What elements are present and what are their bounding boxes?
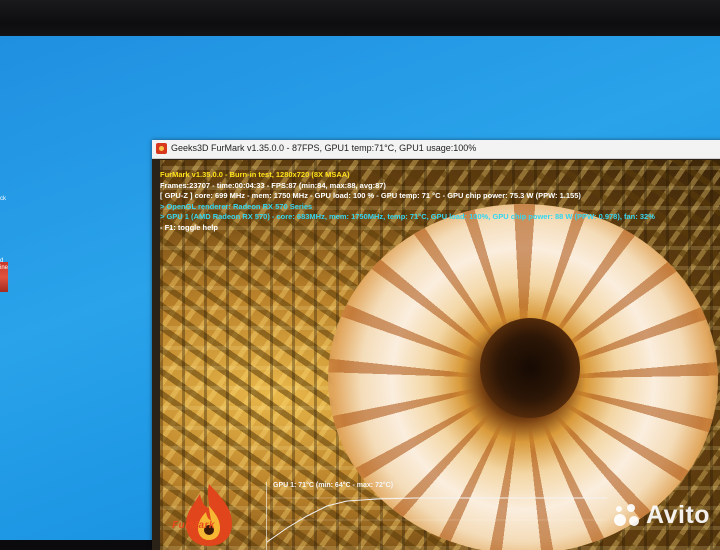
desktop-icon-label[interactable]: d xyxy=(0,258,3,264)
osd-line-gpuz: [ GPU-Z ] core: 699 MHz - mem: 1750 MHz … xyxy=(160,191,581,200)
avito-watermark-text: Avito xyxy=(646,500,711,529)
fur-donut-center xyxy=(480,318,580,418)
desktop-icon-label[interactable]: ine xyxy=(0,265,8,271)
graph-label: GPU 1: 71°C (min: 64°C - max: 72°C) xyxy=(273,482,394,489)
osd-line-frames: Frames:23707 - time:00:04:33 - FPS:87 (m… xyxy=(160,180,386,190)
osd-line-version: FurMark v1.35.0.0 - Burn-in test, 1280x7… xyxy=(160,170,350,179)
osd-overlay: FurMark v1.35.0.0 - Burn-in test, 1280x7… xyxy=(160,170,655,233)
osd-line-help: - F1: toggle help xyxy=(160,222,218,232)
desktop-icon-label[interactable]: ck xyxy=(0,196,6,202)
osd-line-renderer: > OpenGL renderer: Radeon RX 570 Series xyxy=(160,201,313,211)
furmark-window[interactable]: Geeks3D FurMark v1.35.0.0 - 87FPS, GPU1 … xyxy=(152,140,720,550)
furmark-logo-text: FurMark xyxy=(172,520,215,531)
render-viewport: FurMark v1.35.0.0 - Burn-in test, 1280x7… xyxy=(160,160,720,550)
furmark-flame-icon[interactable] xyxy=(156,143,167,154)
osd-line-gpu1: > GPU 1 (AMD Radeon RX 570) - core: 683M… xyxy=(160,212,655,221)
monitor-bezel xyxy=(0,0,720,40)
window-titlebar[interactable]: Geeks3D FurMark v1.35.0.0 - 87FPS, GPU1 … xyxy=(152,140,720,159)
avito-watermark: Avito xyxy=(612,498,710,532)
window-title: Geeks3D FurMark v1.35.0.0 - 87FPS, GPU1 … xyxy=(171,143,477,153)
avito-dots-icon xyxy=(612,500,642,530)
